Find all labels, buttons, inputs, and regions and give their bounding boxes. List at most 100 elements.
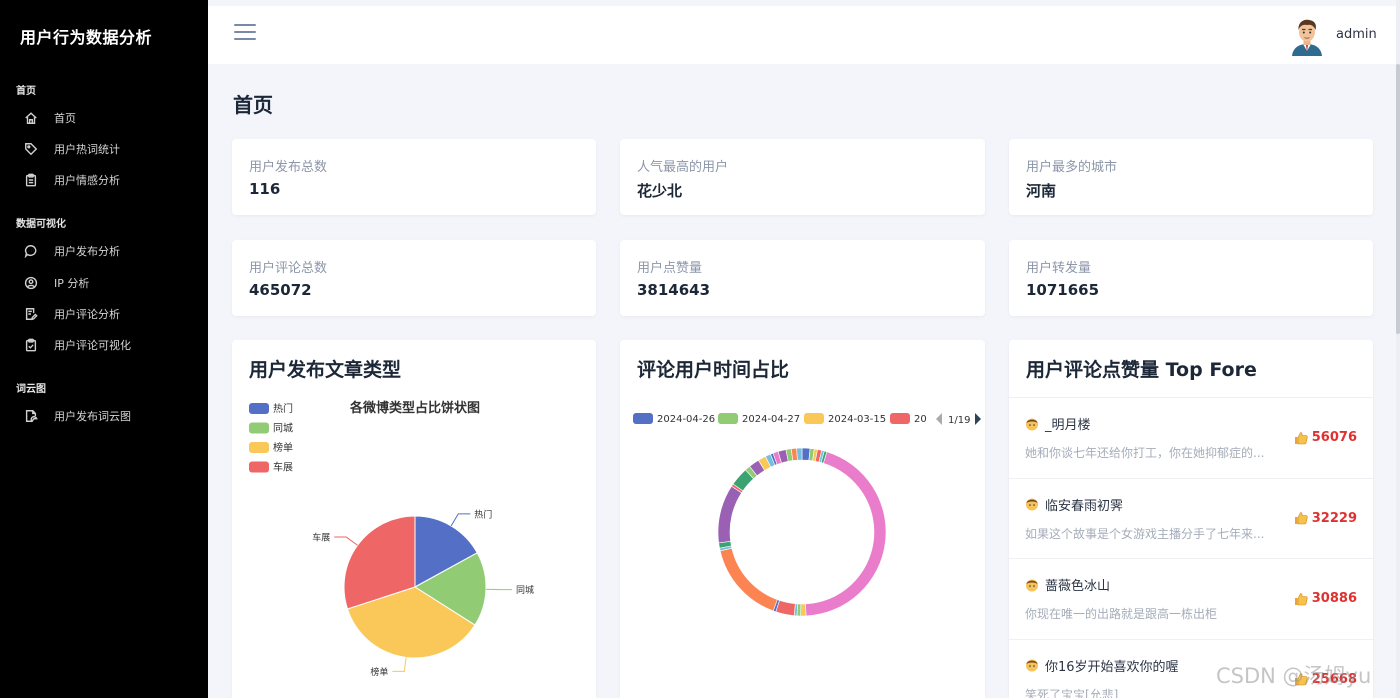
list-item[interactable]: 临安春雨初霁 如果这个故事是个女游戏主播分手了七年来... 32229 — [1009, 477, 1373, 558]
donut-slice[interactable] — [717, 485, 743, 544]
commenter-name: 临安春雨初霁 — [1025, 495, 1123, 514]
sidebar-item-comment-analysis[interactable]: 用户评论分析 — [24, 304, 120, 324]
panel-title: 用户发布文章类型 — [249, 359, 402, 381]
edit-document-icon — [25, 308, 38, 321]
comment-text: 她和你谈七年还给你打工，你在她抑郁症的... — [1025, 446, 1265, 460]
legend-label[interactable]: 20 — [914, 414, 927, 425]
list-item[interactable]: 蔷薇色冰山 你现在唯一的出路就是跟高一栋出柜 30886 — [1009, 558, 1373, 638]
app-title: 用户行为数据分析 — [20, 28, 153, 47]
stat-card-reposts: 用户转发量 1071665 — [1009, 240, 1373, 316]
comment-text: 你现在唯一的出路就是跟高一栋出柜 — [1025, 607, 1218, 621]
user-face-icon — [1026, 579, 1038, 591]
donut-slice[interactable] — [800, 603, 807, 617]
thumbs-up-icon — [1294, 592, 1308, 605]
sidebar-item-ip-analysis[interactable]: IP 分析 — [24, 273, 89, 293]
stat-value: 花少北 — [637, 182, 683, 200]
slice-label: 榜单 — [370, 666, 388, 678]
avatar[interactable] — [1290, 18, 1324, 56]
legend-swatch[interactable] — [249, 442, 269, 453]
scrollbar[interactable] — [1396, 0, 1400, 698]
home-icon — [25, 112, 37, 124]
panel-top-likes: 用户评论点赞量 Top Fore _明月楼她和你谈七年还给你打工，你在她抑郁症的… — [1009, 340, 1373, 698]
sidebar-item-sentiment[interactable]: 用户情感分析 — [24, 170, 120, 190]
legend-label[interactable]: 车展 — [273, 461, 293, 474]
legend-swatch[interactable] — [249, 422, 269, 434]
slice-label: 同城 — [516, 585, 534, 596]
sidebar-item-label: 首页 — [54, 112, 76, 125]
sidebar-section-visualization: 数据可视化 — [16, 219, 66, 230]
commenter-name: 你16岁开始喜欢你的喔 — [1025, 656, 1179, 675]
commenter-name-text: 临安春雨初霁 — [1045, 498, 1124, 514]
stat-value: 465072 — [249, 281, 312, 299]
sidebar-item-home[interactable]: 首页 — [24, 108, 76, 128]
legend-label[interactable]: 2024-04-27 — [742, 414, 800, 425]
watermark: CSDN @汤姆yu — [1216, 664, 1372, 688]
thumbs-up-icon — [1294, 431, 1308, 444]
tag-icon — [25, 143, 38, 156]
page-title: 首页 — [233, 93, 273, 117]
legend-swatch[interactable] — [633, 413, 653, 424]
panel-article-types: 用户发布文章类型 各微博类型占比饼状图 热门 同城 榜单 车展 热门 同城 榜单 车展 — [232, 340, 596, 698]
donut-slice[interactable] — [796, 447, 803, 461]
top-header: admin — [208, 6, 1398, 64]
legend-swatch[interactable] — [249, 461, 269, 473]
legend-swatch[interactable] — [890, 413, 910, 424]
sidebar-item-wordcloud[interactable]: 用户发布词云图 — [24, 406, 131, 426]
donut-slice[interactable] — [805, 451, 887, 617]
sidebar-item-comment-visualization[interactable]: 用户评论可视化 — [24, 335, 131, 355]
list-item[interactable]: _明月楼她和你谈七年还给你打工，你在她抑郁症的... 56076 — [1009, 397, 1373, 477]
user-face-icon — [1026, 659, 1038, 672]
user-circle-icon — [24, 276, 38, 290]
commenter-name: 蔷薇色冰山 — [1025, 575, 1110, 594]
thumbs-up-icon — [1294, 512, 1308, 525]
menu-toggle-icon[interactable] — [234, 24, 256, 44]
sidebar-section-home: 首页 — [16, 86, 36, 97]
sidebar-item-label: IP 分析 — [54, 277, 90, 290]
legend-swatch[interactable] — [718, 413, 738, 424]
stat-card-posts: 用户发布总数 116 — [232, 139, 596, 215]
sidebar-section-wordcloud: 词云图 — [16, 384, 46, 395]
stat-label: 人气最高的用户 — [637, 160, 729, 175]
username[interactable]: admin — [1336, 27, 1377, 42]
slice-label: 车展 — [312, 532, 330, 544]
panel-comment-time: 评论用户时间占比 2024-04-26 2024-04-27 2024-03-15 2… — [620, 340, 985, 698]
legend-pager[interactable]: 1/19 — [936, 413, 981, 426]
donut-slice[interactable] — [719, 547, 778, 612]
chart-title: 各微博类型占比饼状图 — [349, 400, 480, 416]
sidebar-item-hotwords[interactable]: 用户热词统计 — [24, 139, 120, 159]
stat-value: 3814643 — [637, 281, 711, 299]
legend-label[interactable]: 榜单 — [273, 441, 293, 454]
pager-next-icon[interactable] — [975, 413, 981, 425]
legend-swatch[interactable] — [804, 413, 824, 424]
legend-swatch[interactable] — [249, 403, 269, 414]
user-face-icon — [1026, 498, 1038, 511]
sidebar-item-publish-analysis[interactable]: 用户发布分析 — [24, 241, 120, 261]
slice-label: 热门 — [474, 508, 492, 520]
legend-label[interactable]: 同城 — [273, 423, 293, 435]
pager-prev-icon[interactable] — [936, 413, 942, 425]
legend-label[interactable]: 热门 — [273, 402, 293, 415]
stat-label: 用户转发量 — [1026, 261, 1092, 276]
stat-value: 116 — [249, 180, 281, 198]
commenter-name: _明月楼 — [1025, 414, 1091, 433]
stat-value: 河南 — [1026, 182, 1057, 200]
like-count-text: 32229 — [1311, 510, 1357, 526]
clipboard-check-icon — [25, 338, 37, 352]
pager-text: 1/19 — [948, 415, 970, 426]
label-line — [392, 657, 407, 672]
stat-label: 用户评论总数 — [249, 261, 328, 276]
like-count: 32229 — [1294, 511, 1357, 526]
stat-card-top-city: 用户最多的城市 河南 — [1009, 139, 1373, 215]
panel-title: 评论用户时间占比 — [637, 359, 790, 381]
stat-value: 1071665 — [1026, 281, 1100, 299]
legend-label[interactable]: 2024-04-26 — [657, 414, 715, 425]
legend-label[interactable]: 2024-03-15 — [828, 414, 886, 425]
sidebar: 用户行为数据分析 首页 首页 用户热词统计 用户情感分析 数据可视化 用户发布分… — [0, 0, 208, 698]
like-count-text: 56076 — [1311, 430, 1357, 445]
stat-card-comments: 用户评论总数 465072 — [232, 240, 596, 316]
commenter-name-text: 你16岁开始喜欢你的喔 — [1045, 659, 1179, 675]
stat-card-top-user: 人气最高的用户 花少北 — [620, 139, 985, 215]
panel-title: 用户评论点赞量 Top Fore — [1026, 359, 1257, 381]
sidebar-item-label: 用户评论可视化 — [54, 339, 131, 352]
sidebar-item-label: 用户发布分析 — [54, 245, 120, 258]
